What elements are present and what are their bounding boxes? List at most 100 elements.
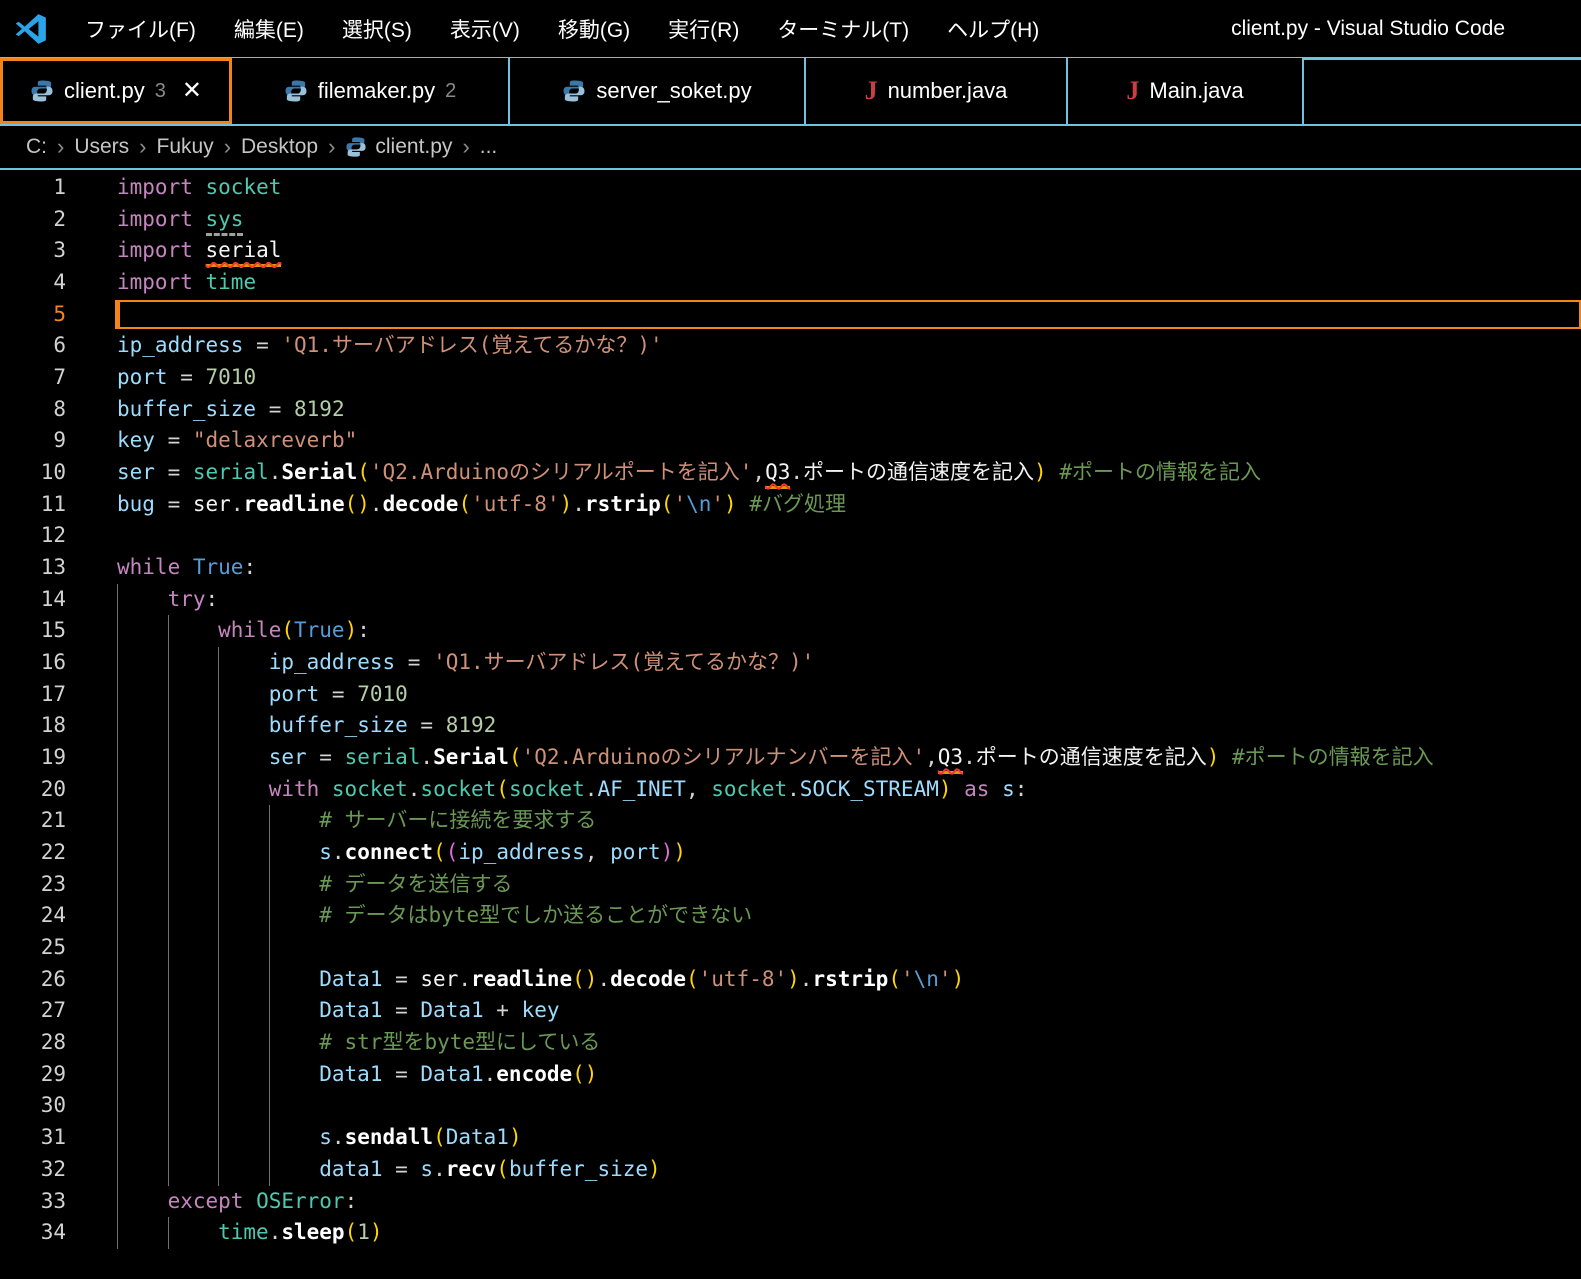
line-number[interactable]: 19 [0,742,66,774]
breadcrumb-file[interactable]: client.py [375,135,452,159]
menu-file[interactable]: ファイル(F) [70,8,211,50]
breadcrumb-drive[interactable]: C: [26,135,47,159]
line-number[interactable]: 17 [0,679,66,711]
code-editor[interactable]: 1import socket2import sys3import serial4… [0,170,1581,1249]
indent-guide [117,615,168,647]
code-line[interactable]: 11bug = ser.readline().decode('utf-8').r… [0,489,1581,521]
code-token-p1: ) [560,492,573,516]
code-line[interactable]: 18buffer_size = 8192 [0,710,1581,742]
line-number[interactable]: 23 [0,869,66,901]
line-number[interactable]: 5 [0,299,66,331]
code-line[interactable]: 15while(True): [0,615,1581,647]
code-line[interactable]: 3import serial [0,235,1581,267]
line-number[interactable]: 22 [0,837,66,869]
indent-guide [168,964,219,996]
code-line[interactable]: 19ser = serial.Serial('Q2.Arduinoのシリアルナン… [0,742,1581,774]
line-number[interactable]: 24 [0,900,66,932]
line-number[interactable]: 15 [0,615,66,647]
code-line[interactable]: 12 [0,520,1581,552]
line-number[interactable]: 20 [0,774,66,806]
menu-help[interactable]: ヘルプ(H) [932,8,1054,50]
code-line[interactable]: 17port = 7010 [0,679,1581,711]
code-line[interactable]: 2import sys [0,204,1581,236]
code-line[interactable]: 1import socket [0,172,1581,204]
line-number[interactable]: 4 [0,267,66,299]
chevron-right-icon: › [462,134,469,160]
menu-terminal[interactable]: ターミナル(T) [762,8,924,50]
code-line[interactable]: 22s.connect((ip_address, port)) [0,837,1581,869]
menu-edit[interactable]: 編集(E) [219,8,319,50]
line-number[interactable]: 25 [0,932,66,964]
code-line[interactable]: 29Data1 = Data1.encode() [0,1059,1581,1091]
line-number[interactable]: 27 [0,995,66,1027]
code-line[interactable]: 24# データはbyte型でしか送ることができない [0,900,1581,932]
code-token-mod: time [218,1220,269,1244]
tab-filemaker-py[interactable]: filemaker.py 2 [232,58,510,124]
code-line[interactable]: 25 [0,932,1581,964]
line-number[interactable]: 7 [0,362,66,394]
line-number[interactable]: 13 [0,552,66,584]
line-number[interactable]: 9 [0,425,66,457]
line-number[interactable]: 3 [0,235,66,267]
line-number[interactable]: 8 [0,394,66,426]
tab-server-soket-py[interactable]: server_soket.py [510,58,806,124]
code-line[interactable]: 4import time [0,267,1581,299]
code-line[interactable]: 5 [0,299,1581,331]
menu-view[interactable]: 表示(V) [435,8,535,50]
line-number[interactable]: 2 [0,204,66,236]
code-line[interactable]: 21# サーバーに接続を要求する [0,805,1581,837]
line-number[interactable]: 16 [0,647,66,679]
line-number[interactable]: 28 [0,1027,66,1059]
code-line[interactable]: 30 [0,1090,1581,1122]
code-line[interactable]: 32data1 = s.recv(buffer_size) [0,1154,1581,1186]
breadcrumb-users[interactable]: Users [74,135,129,159]
line-number[interactable]: 26 [0,964,66,996]
code-line[interactable]: 26Data1 = ser.readline().decode('utf-8')… [0,964,1581,996]
menu-run[interactable]: 実行(R) [653,8,754,50]
line-number[interactable]: 31 [0,1122,66,1154]
line-number[interactable]: 33 [0,1186,66,1218]
code-line[interactable]: 34time.sleep(1) [0,1217,1581,1249]
indent-guide [269,1090,320,1122]
menu-selection[interactable]: 選択(S) [327,8,427,50]
tab-main-java[interactable]: J Main.java [1068,58,1304,124]
line-number[interactable]: 11 [0,489,66,521]
code-token-kw: as [952,777,1003,801]
line-number[interactable]: 18 [0,710,66,742]
code-line[interactable]: 10ser = serial.Serial('Q2.Arduinoのシリアルポー… [0,457,1581,489]
line-number[interactable]: 29 [0,1059,66,1091]
line-number[interactable]: 30 [0,1090,66,1122]
code-line[interactable]: 8buffer_size = 8192 [0,394,1581,426]
line-number[interactable]: 12 [0,520,66,552]
indent-guide [218,932,269,964]
tab-number-java[interactable]: J number.java [806,58,1068,124]
code-line[interactable]: 23# データを送信する [0,869,1581,901]
line-number[interactable]: 34 [0,1217,66,1249]
line-number[interactable]: 1 [0,172,66,204]
code-line[interactable]: 33except OSError: [0,1186,1581,1218]
code-token-fn: sendall [345,1125,434,1149]
menu-go[interactable]: 移動(G) [543,8,645,50]
code-token-p1: ( [345,1220,358,1244]
line-number[interactable]: 32 [0,1154,66,1186]
code-line[interactable]: 27Data1 = Data1 + key [0,995,1581,1027]
tab-client-py[interactable]: client.py 3 ✕ [0,58,232,124]
line-number[interactable]: 6 [0,330,66,362]
line-number[interactable]: 10 [0,457,66,489]
code-line[interactable]: 9key = "delaxreverb" [0,425,1581,457]
code-line[interactable]: 28# str型をbyte型にしている [0,1027,1581,1059]
close-icon[interactable]: ✕ [182,79,202,103]
breadcrumb-desktop[interactable]: Desktop [241,135,318,159]
code-line[interactable]: 16ip_address = 'Q1.サーバアドレス(覚えてるかな？)' [0,647,1581,679]
line-number[interactable]: 14 [0,584,66,616]
line-number[interactable]: 21 [0,805,66,837]
code-line[interactable]: 13while True: [0,552,1581,584]
breadcrumb-fukuy[interactable]: Fukuy [157,135,214,159]
code-line[interactable]: 14try: [0,584,1581,616]
code-line[interactable]: 20with socket.socket(socket.AF_INET, soc… [0,774,1581,806]
code-line[interactable]: 6ip_address = 'Q1.サーバアドレス(覚えてるかな？)' [0,330,1581,362]
code-line[interactable]: 31s.sendall(Data1) [0,1122,1581,1154]
code-line[interactable]: 7port = 7010 [0,362,1581,394]
code-token-op: : [1015,777,1028,801]
breadcrumb-symbol-ellipsis[interactable]: ... [480,135,498,159]
